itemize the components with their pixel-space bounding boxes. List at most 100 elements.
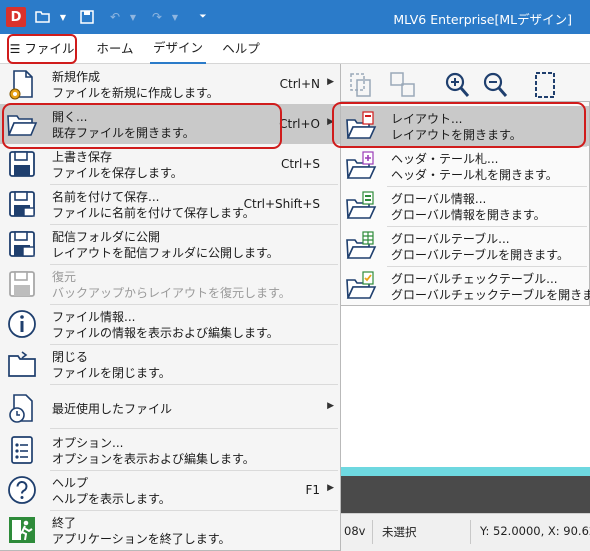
publish-icon xyxy=(6,228,38,260)
menu-item-options[interactable]: オプション... オプションを表示および編集します。 xyxy=(0,430,340,470)
hamburger-icon: ☰ xyxy=(9,42,21,56)
menu-separator xyxy=(50,428,338,429)
menu-item-new[interactable]: 新規作成 ファイルを新規に作成します。 Ctrl+N ▶ xyxy=(0,64,340,104)
chevron-down-icon[interactable]: ▼ xyxy=(54,8,72,26)
menu-item-desc: アプリケーションを終了します。 xyxy=(52,532,231,546)
submenu-item-title: グローバルチェックテーブル... xyxy=(391,272,558,286)
menu-item-desc: ファイルに名前を付けて保存します。 xyxy=(52,206,255,220)
menu-item-publish[interactable]: 配信フォルダに公開 レイアウトを配信フォルダに公開します。 xyxy=(0,224,340,264)
menu-item-desc: ファイルを保存します。 xyxy=(52,166,183,180)
menu-item-title: ヘルプ xyxy=(52,476,89,490)
submenu-item-title: グローバルテーブル... xyxy=(391,232,510,246)
window-title: MLV6 Enterprise[MLデザイン] xyxy=(393,12,572,27)
menu-item-title: 新規作成 xyxy=(52,70,101,84)
menu-item-save-as[interactable]: 名前を付けて保存... ファイルに名前を付けて保存します。 Ctrl+Shift… xyxy=(0,184,340,224)
open-global-info-icon xyxy=(345,190,377,222)
redo-icon[interactable]: ↷ xyxy=(148,8,166,26)
zoom-in-icon[interactable] xyxy=(442,70,472,100)
help-icon xyxy=(6,474,38,506)
menu-item-title: ファイル情報... xyxy=(52,310,136,324)
zoom-out-icon[interactable] xyxy=(480,70,510,100)
redo-dropdown-icon[interactable]: ▼ xyxy=(166,8,184,26)
ribbon-tab-bar: ☰ ファイル ホーム デザイン ヘルプ xyxy=(0,34,590,64)
menu-item-close[interactable]: 閉じる ファイルを閉じます。 xyxy=(0,344,340,384)
submenu-arrow-icon: ▶ xyxy=(327,77,334,87)
menu-item-title: 最近使用したファイル xyxy=(52,402,173,416)
save-icon[interactable] xyxy=(78,8,96,26)
menu-item-title: 名前を付けて保存... xyxy=(52,190,160,204)
menu-item-desc: オプションを表示および編集します。 xyxy=(52,452,255,466)
tab-home[interactable]: ホーム xyxy=(92,34,138,64)
menu-item-shortcut: Ctrl+Shift+S xyxy=(243,197,320,211)
save-as-icon xyxy=(6,188,38,220)
status-coords: Y: 52.0000, X: 90.6250 xyxy=(480,524,590,538)
menu-item-desc: レイアウトを配信フォルダに公開します。 xyxy=(52,246,279,260)
submenu-item-title: ヘッダ・テール札... xyxy=(391,152,499,166)
menu-item-shortcut: Ctrl+O xyxy=(279,117,320,131)
submenu-item-desc: グローバルテーブルを開きます。 xyxy=(391,248,569,262)
tab-file-label: ファイル xyxy=(24,41,75,56)
menu-item-desc: ヘルプを表示します。 xyxy=(52,492,171,506)
open-header-tail-icon xyxy=(345,150,377,182)
menu-item-desc: ファイルの情報を表示および編集します。 xyxy=(52,326,279,340)
tab-help[interactable]: ヘルプ xyxy=(218,34,264,64)
submenu-item-desc: ヘッダ・テール札を開きます。 xyxy=(391,168,558,182)
menu-item-desc: ファイルを閉じます。 xyxy=(52,366,171,380)
save-icon xyxy=(6,148,38,180)
menu-item-title: 上書き保存 xyxy=(52,150,113,164)
menu-item-title: 終了 xyxy=(52,516,77,530)
menu-item-help[interactable]: ヘルプ ヘルプを表示します。 F1 ▶ xyxy=(0,470,340,510)
open-global-table-icon xyxy=(345,230,377,262)
fit-page-icon[interactable] xyxy=(530,70,560,100)
submenu-item-global-check-table[interactable]: グローバルチェックテーブル... グローバルチェックテーブルを開きます。 xyxy=(341,266,590,306)
close-folder-icon xyxy=(6,348,38,380)
tab-design[interactable]: デザイン xyxy=(150,34,206,64)
recent-files-icon xyxy=(6,392,38,424)
canvas-area xyxy=(340,476,590,513)
submenu-arrow-icon: ▶ xyxy=(327,401,334,411)
submenu-item-global-info[interactable]: グローバル情報... グローバル情報を開きます。 xyxy=(341,186,589,226)
options-icon xyxy=(6,434,38,466)
menu-item-restore[interactable]: 復元 バックアップからレイアウトを復元します。 xyxy=(0,264,340,304)
submenu-item-header-tail[interactable]: ヘッダ・テール札... ヘッダ・テール札を開きます。 xyxy=(341,146,589,186)
highlight-ring-open xyxy=(2,103,282,149)
menu-item-title: 配信フォルダに公開 xyxy=(52,230,161,244)
tab-file[interactable]: ☰ ファイル xyxy=(7,34,77,64)
app-logo[interactable]: D xyxy=(6,7,26,27)
menu-item-desc: バックアップからレイアウトを復元します。 xyxy=(52,286,291,300)
new-file-gear-icon xyxy=(6,68,38,100)
highlight-ring-layout xyxy=(332,102,586,148)
submenu-item-desc: グローバル情報を開きます。 xyxy=(391,208,546,222)
menu-item-title: 復元 xyxy=(52,270,77,284)
canvas-ruler-strip xyxy=(340,467,590,476)
status-divider xyxy=(470,520,471,544)
submenu-arrow-icon: ▶ xyxy=(327,483,334,493)
menu-item-file-info[interactable]: ファイル情報... ファイルの情報を表示および編集します。 xyxy=(0,304,340,344)
status-divider xyxy=(372,520,373,544)
undo-icon[interactable]: ↶ xyxy=(106,8,124,26)
menu-item-recent[interactable]: 最近使用したファイル ▶ xyxy=(0,388,340,428)
exit-icon xyxy=(6,514,38,546)
status-size: 08v xyxy=(344,524,366,538)
restore-icon xyxy=(6,268,38,300)
menu-item-desc: ファイルを新規に作成します。 xyxy=(52,86,219,100)
menu-item-exit[interactable]: 終了 アプリケーションを終了します。 xyxy=(0,510,340,550)
menu-item-save[interactable]: 上書き保存 ファイルを保存します。 Ctrl+S xyxy=(0,144,340,184)
menu-item-shortcut: Ctrl+N xyxy=(279,77,320,91)
undo-dropdown-icon[interactable]: ▼ xyxy=(124,8,142,26)
submenu-item-title: グローバル情報... xyxy=(391,192,487,206)
customize-toolbar-icon[interactable]: ⏷ xyxy=(194,8,212,26)
menu-separator xyxy=(50,384,338,385)
info-icon xyxy=(6,308,38,340)
open-icon[interactable] xyxy=(34,8,52,26)
menu-item-title: 閉じる xyxy=(52,350,89,364)
title-bar: D ▼ ↶ ▼ ↷ ▼ ⏷ MLV6 Enterprise[MLデザイン] xyxy=(0,0,590,34)
submenu-item-desc: グローバルチェックテーブルを開きます。 xyxy=(391,288,590,302)
submenu-item-global-table[interactable]: グローバルテーブル... グローバルテーブルを開きます。 xyxy=(341,226,589,266)
menu-item-title: オプション... xyxy=(52,436,124,450)
status-selection: 未選択 xyxy=(382,525,417,539)
group-icon[interactable] xyxy=(388,70,418,100)
menu-item-shortcut: F1 xyxy=(305,483,320,497)
copy-format-icon[interactable] xyxy=(346,70,376,100)
open-global-check-table-icon xyxy=(345,270,377,302)
